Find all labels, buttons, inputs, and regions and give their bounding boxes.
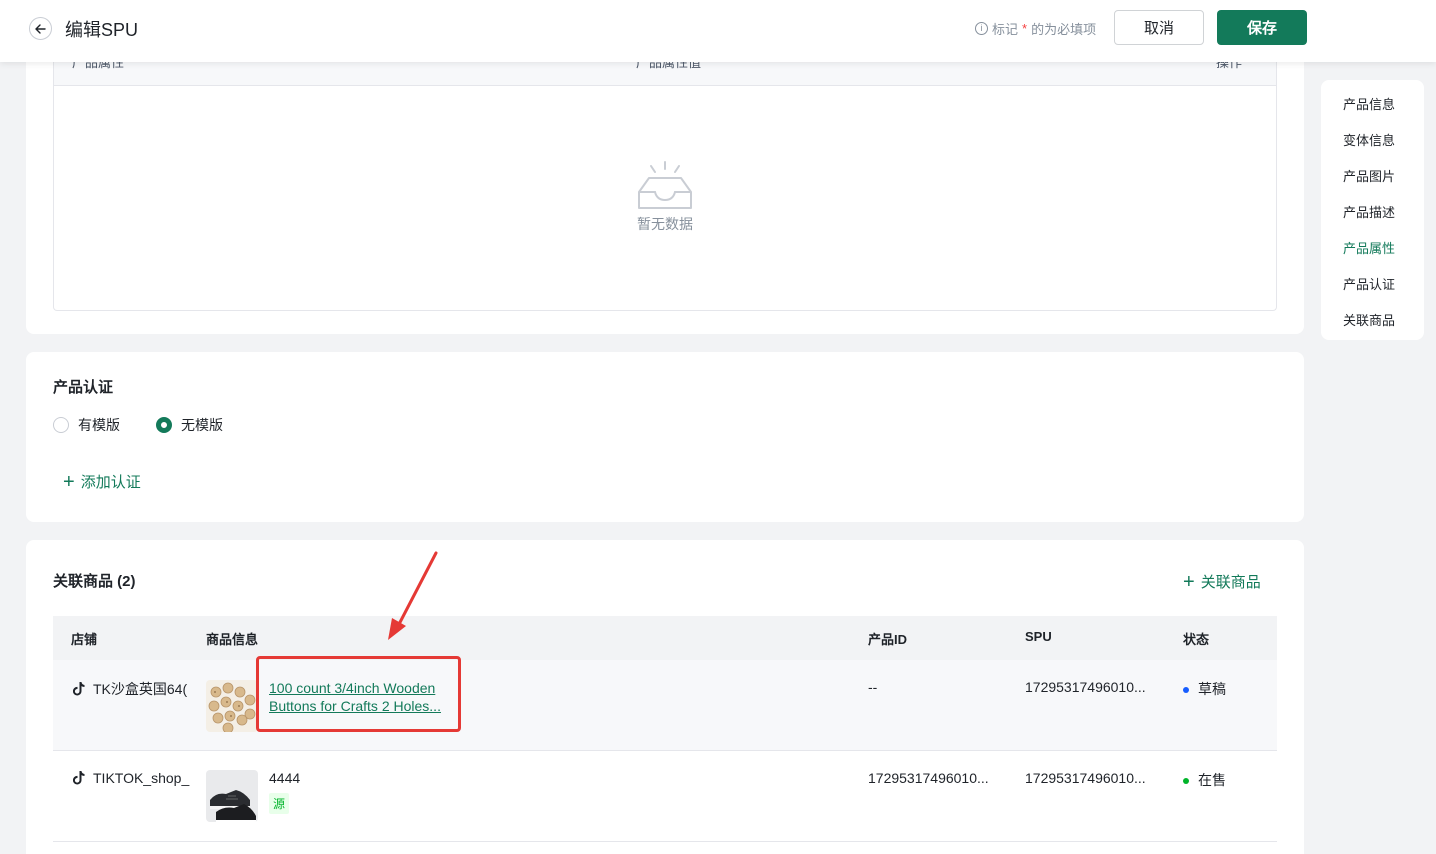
shop-name: TIKTOK_shop_ [93, 770, 190, 786]
empty-inbox-icon [638, 161, 692, 209]
section-anchor-nav: 产品信息 变体信息 产品图片 产品描述 产品属性 产品认证 关联商品 [1321, 80, 1424, 340]
source-tag: 源 [269, 793, 290, 814]
tiktok-icon [73, 682, 85, 696]
radio-without-template[interactable]: 无模版 [156, 415, 223, 435]
anchor-product-description[interactable]: 产品描述 [1343, 202, 1395, 221]
save-button[interactable]: 保存 [1217, 10, 1307, 45]
anchor-product-info[interactable]: 产品信息 [1343, 94, 1395, 113]
template-radio-group: 有模版 无模版 [53, 415, 259, 435]
page-title: 编辑SPU [65, 20, 139, 40]
attributes-table: 产品属性 产品属性值 操作 暂无数据 [53, 40, 1277, 311]
empty-text: 暂无数据 [637, 216, 693, 232]
table-row: TIKTOK_shop_ 4444 源 17295317496010... 17… [53, 751, 1277, 842]
linked-goods-table: 店铺 商品信息 产品ID SPU 状态 TK沙盒英国64(100 count … [53, 616, 1277, 842]
table-row: TK沙盒英国64( 100 count 3/4inch Wooden Butto… [53, 660, 1277, 751]
spu-cell: 17295317496010... [1025, 770, 1146, 786]
add-certification-button[interactable]: + 添加认证 [63, 471, 141, 492]
cancel-button[interactable]: 取消 [1114, 10, 1204, 45]
info-icon: i [975, 22, 988, 35]
attributes-card: 产品属性 产品属性值 操作 暂无数据 [26, 40, 1304, 334]
anchor-product-attributes[interactable]: 产品属性 [1343, 238, 1395, 257]
status-dot-on-sale [1183, 778, 1189, 785]
required-hint-prefix: 标记 [992, 22, 1019, 37]
anchor-product-certification[interactable]: 产品认证 [1343, 274, 1395, 293]
required-star: * [1022, 21, 1028, 36]
certification-card: 产品认证 有模版 无模版 + 添加认证 [26, 352, 1304, 522]
linked-goods-title: 关联商品 (2) [53, 573, 136, 590]
shop-name: TK沙盒英国64( [93, 681, 188, 697]
radio-circle-checked[interactable] [156, 417, 172, 433]
anchor-variant-info[interactable]: 变体信息 [1343, 130, 1395, 149]
status-cell: 草稿 [1183, 679, 1226, 699]
col-spu: SPU [1025, 629, 1052, 644]
col-shop: 店铺 [71, 632, 98, 647]
shop-cell: TIKTOK_shop_ [73, 770, 191, 786]
radio-circle[interactable] [53, 417, 69, 433]
tiktok-icon [73, 771, 85, 785]
product-id-cell: -- [868, 679, 878, 695]
link-goods-button[interactable]: + 关联商品 [1183, 571, 1261, 592]
add-certification-label: 添加认证 [80, 474, 141, 491]
status-cell: 在售 [1183, 770, 1226, 790]
annotation-highlight-box [256, 656, 461, 732]
product-title: 4444 [269, 770, 301, 786]
annotation-arrow [388, 551, 438, 640]
status-label: 草稿 [1198, 681, 1226, 697]
plus-icon: + [1183, 570, 1195, 593]
link-goods-label: 关联商品 [1200, 574, 1261, 591]
linked-goods-card: 关联商品 (2) + 关联商品 店铺 商品信息 产品ID SPU 状态 TK沙盒… [26, 540, 1304, 854]
plus-icon: + [63, 470, 75, 493]
product-id-cell: 17295317496010... [868, 770, 989, 786]
radio-label: 有模版 [78, 417, 120, 433]
radio-label: 无模版 [181, 417, 223, 433]
spu-cell: 17295317496010... [1025, 679, 1146, 695]
product-thumbnail-sneakers[interactable] [206, 770, 258, 822]
shop-cell: TK沙盒英国64( [73, 679, 191, 699]
empty-state: 暂无数据 [54, 160, 1276, 234]
required-hint-suffix: 的为必填项 [1031, 22, 1097, 37]
back-button[interactable] [29, 17, 52, 40]
col-product-id: 产品ID [868, 632, 908, 647]
status-dot-draft [1183, 687, 1189, 694]
status-label: 在售 [1198, 772, 1226, 788]
col-product-info: 商品信息 [206, 632, 259, 647]
arrow-left-icon [35, 23, 46, 34]
table-header: 店铺 商品信息 产品ID SPU 状态 [53, 616, 1277, 660]
required-hint: i 标记 * 的为必填项 [975, 19, 1096, 38]
col-status: 状态 [1183, 632, 1210, 647]
certification-title: 产品认证 [53, 379, 114, 396]
anchor-product-images[interactable]: 产品图片 [1343, 166, 1395, 185]
top-bar: 编辑SPU i 标记 * 的为必填项 取消 保存 [0, 0, 1436, 62]
product-thumbnail-wooden-buttons[interactable] [206, 680, 258, 732]
radio-with-template[interactable]: 有模版 [53, 415, 120, 435]
anchor-linked-goods[interactable]: 关联商品 [1343, 310, 1395, 329]
